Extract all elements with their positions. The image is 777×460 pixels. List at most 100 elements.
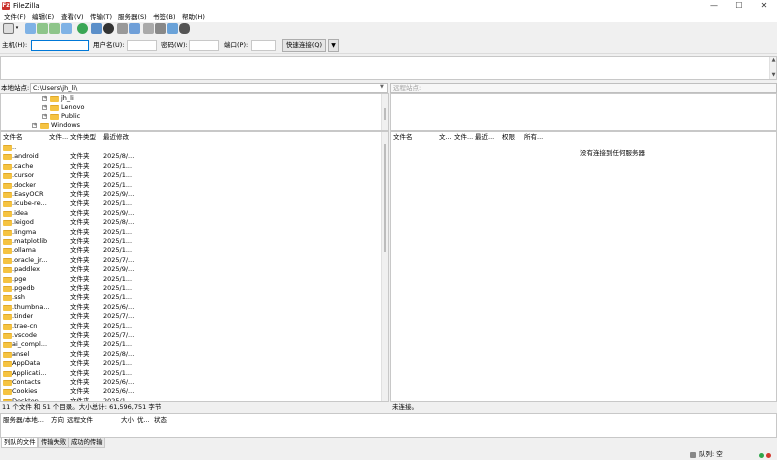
tab-queued-files[interactable]: 列队的文件 xyxy=(1,438,39,448)
column-header-filename[interactable]: 文件名 xyxy=(393,132,413,142)
file-row[interactable]: ai_compl... 文件夹 2025/1... xyxy=(1,340,381,349)
file-row[interactable]: .thumbna... 文件夹 2025/6/... xyxy=(1,303,381,312)
bottom-status-bar: 队列: 空 xyxy=(0,449,777,460)
host-input[interactable] xyxy=(31,40,89,51)
toggle-local-tree-icon[interactable] xyxy=(37,23,48,34)
menu-server[interactable]: 服务器(S) xyxy=(118,12,147,22)
refresh-icon[interactable] xyxy=(77,23,88,34)
file-row[interactable]: .pge 文件夹 2025/1... xyxy=(1,275,381,284)
expand-icon[interactable]: + xyxy=(42,105,47,110)
file-row[interactable]: .leigod 文件夹 2025/8/... xyxy=(1,218,381,227)
file-row[interactable]: .icube-re... 文件夹 2025/1... xyxy=(1,199,381,208)
queue-column-status[interactable]: 状态 xyxy=(154,416,167,424)
file-row[interactable]: .idea 文件夹 2025/9/... xyxy=(1,209,381,218)
binoculars-icon[interactable] xyxy=(179,23,190,34)
scroll-up-icon[interactable]: ▲ xyxy=(770,57,777,64)
message-log[interactable]: ▲ ▼ xyxy=(0,56,777,80)
file-row[interactable]: .paddlex 文件夹 2025/9/... xyxy=(1,265,381,274)
queue-column-priority[interactable]: 优... xyxy=(137,416,150,424)
file-row[interactable]: .cache 文件夹 2025/1... xyxy=(1,162,381,171)
tab-successful-transfers[interactable]: 成功的传输 xyxy=(68,438,106,448)
close-icon[interactable]: ✕ xyxy=(752,0,776,12)
column-header-modified[interactable]: 最近修改 xyxy=(103,132,129,142)
site-manager-dropdown-icon[interactable]: ▾ xyxy=(14,23,20,34)
password-input[interactable] xyxy=(189,40,219,51)
file-row[interactable]: AppData 文件夹 2025/1... xyxy=(1,359,381,368)
column-header-owner[interactable]: 所有... xyxy=(524,132,543,142)
tree-item[interactable]: + jh_li xyxy=(1,94,381,103)
scroll-thumb[interactable] xyxy=(384,108,386,120)
file-row[interactable]: .oracle_jr... 文件夹 2025/7/... xyxy=(1,256,381,265)
tree-item[interactable]: + Windows xyxy=(1,121,381,130)
filter-icon[interactable] xyxy=(143,23,154,34)
remote-path-input[interactable]: 远程站点: xyxy=(390,83,777,93)
file-row[interactable]: ansel 文件夹 2025/8/... xyxy=(1,350,381,359)
local-list-scrollbar[interactable] xyxy=(381,132,388,401)
port-input[interactable] xyxy=(251,40,276,51)
column-header-type[interactable]: 文件类型 xyxy=(70,132,96,142)
column-header-size[interactable]: 文... xyxy=(439,132,452,142)
file-row[interactable]: .ollama 文件夹 2025/1... xyxy=(1,246,381,255)
queue-icon xyxy=(690,452,696,458)
toggle-log-icon[interactable] xyxy=(25,23,36,34)
column-header-permissions[interactable]: 权限 xyxy=(502,132,515,142)
queue-column-size[interactable]: 大小 xyxy=(121,416,134,424)
remote-site-label: 远程站点: xyxy=(393,84,422,92)
expand-icon[interactable]: + xyxy=(32,123,37,128)
cancel-icon[interactable] xyxy=(103,23,114,34)
menu-edit[interactable]: 编辑(E) xyxy=(32,12,54,22)
menu-view[interactable]: 查看(V) xyxy=(61,12,84,22)
file-row[interactable]: .trae-cn 文件夹 2025/1... xyxy=(1,322,381,331)
site-manager-icon[interactable] xyxy=(3,23,14,34)
process-queue-icon[interactable] xyxy=(91,23,102,34)
file-row[interactable]: Cookies 文件夹 2025/6/... xyxy=(1,387,381,396)
menu-help[interactable]: 帮助(H) xyxy=(182,12,205,22)
disconnect-icon[interactable] xyxy=(117,23,128,34)
file-row[interactable]: .android 文件夹 2025/8/... xyxy=(1,152,381,161)
file-row[interactable]: Applicati... 文件夹 2025/1... xyxy=(1,369,381,378)
minimize-icon[interactable]: — xyxy=(702,0,726,12)
tree-scrollbar[interactable] xyxy=(381,94,388,130)
menu-file[interactable]: 文件(F) xyxy=(4,12,26,22)
column-header-modified[interactable]: 最近... xyxy=(475,132,494,142)
toggle-queue-icon[interactable] xyxy=(61,23,72,34)
quickconnect-button[interactable]: 快速连接(Q) xyxy=(282,39,326,52)
local-path-dropdown-icon[interactable]: ▼ xyxy=(380,84,384,90)
column-header-size[interactable]: 文件... xyxy=(49,132,68,142)
tree-item[interactable]: + Lenovo xyxy=(1,103,381,112)
expand-icon[interactable]: + xyxy=(42,114,47,119)
file-row[interactable]: .cursor 文件夹 2025/1... xyxy=(1,171,381,180)
toggle-remote-tree-icon[interactable] xyxy=(49,23,60,34)
search-icon[interactable] xyxy=(155,23,166,34)
file-row[interactable]: .ssh 文件夹 2025/1... xyxy=(1,293,381,302)
file-row[interactable]: .lingma 文件夹 2025/1... xyxy=(1,228,381,237)
file-row[interactable]: .docker 文件夹 2025/1... xyxy=(1,181,381,190)
quickconnect-dropdown-icon[interactable]: ▼ xyxy=(328,39,339,52)
file-name: Applicati... xyxy=(12,368,47,377)
file-row[interactable]: Contacts 文件夹 2025/6/... xyxy=(1,378,381,387)
queue-column-server[interactable]: 服务器/本地... xyxy=(3,416,44,424)
message-log-scrollbar[interactable]: ▲ ▼ xyxy=(769,57,776,79)
expand-icon[interactable]: + xyxy=(42,96,47,101)
tree-item[interactable]: + Public xyxy=(1,112,381,121)
queue-column-remote-file[interactable]: 远程文件 xyxy=(67,416,93,424)
queue-column-direction[interactable]: 方向 xyxy=(51,416,64,424)
menu-bookmarks[interactable]: 书签(B) xyxy=(153,12,176,22)
file-row[interactable]: .. xyxy=(1,143,381,152)
file-row[interactable]: .tinder 文件夹 2025/7/... xyxy=(1,312,381,321)
file-row[interactable]: .EasyOCR 文件夹 2025/9/... xyxy=(1,190,381,199)
reconnect-icon[interactable] xyxy=(129,23,140,34)
file-row[interactable]: .matplotlib 文件夹 2025/1... xyxy=(1,237,381,246)
file-row[interactable]: .vscode 文件夹 2025/7/... xyxy=(1,331,381,340)
column-header-filename[interactable]: 文件名 xyxy=(3,132,23,142)
scroll-down-icon[interactable]: ▼ xyxy=(770,72,777,79)
maximize-icon[interactable]: ☐ xyxy=(727,0,751,12)
compare-icon[interactable] xyxy=(167,23,178,34)
tab-failed-transfers[interactable]: 传输失败 xyxy=(38,438,70,448)
username-input[interactable] xyxy=(127,40,157,51)
local-path-input[interactable]: C:\Users\jh_li\ xyxy=(30,83,388,93)
file-row[interactable]: .pgedb 文件夹 2025/1... xyxy=(1,284,381,293)
scroll-thumb[interactable] xyxy=(384,144,386,252)
menu-transfer[interactable]: 传输(T) xyxy=(90,12,112,22)
column-header-type[interactable]: 文件... xyxy=(454,132,473,142)
